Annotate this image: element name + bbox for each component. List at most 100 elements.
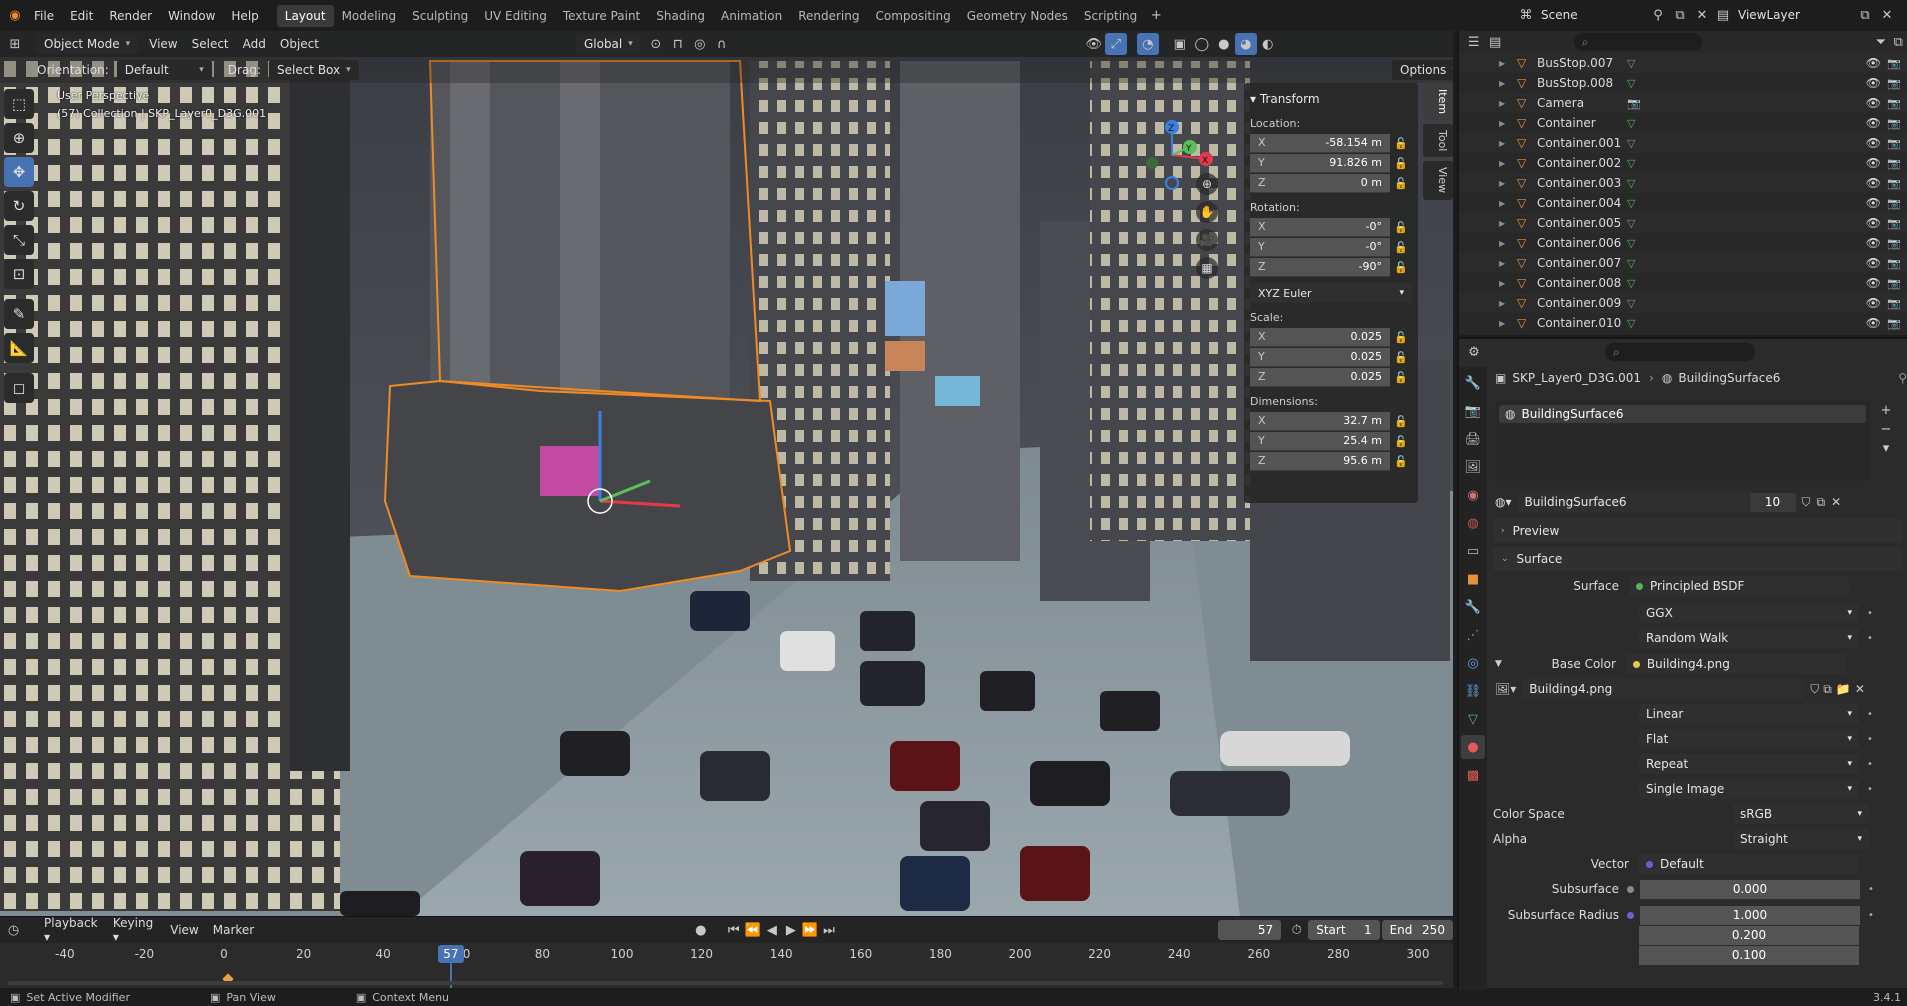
preview-panel-header[interactable]: › Preview <box>1493 519 1903 543</box>
expand-arrow-icon[interactable]: ▶ <box>1499 259 1505 268</box>
outliner-row[interactable]: ▶ ▽ Camera 📷 👁 📷 <box>1459 93 1907 113</box>
keyframe-dot-icon[interactable]: • <box>1868 910 1874 921</box>
subsurface-radius-x[interactable]: 1.000 <box>1640 905 1860 925</box>
render-camera-icon[interactable]: 📷 <box>1887 137 1901 150</box>
unlink-material-icon[interactable]: ✕ <box>1831 495 1841 509</box>
pin-properties-icon[interactable]: ⚲ <box>1898 371 1907 385</box>
keyframe-dot-icon[interactable]: • <box>1867 784 1873 795</box>
visibility-eye-icon[interactable]: 👁 <box>1866 156 1881 170</box>
visibility-eye-icon[interactable]: 👁 <box>1866 216 1881 230</box>
add-workspace-button[interactable]: + <box>1145 5 1167 27</box>
image-unlink-icon[interactable]: ✕ <box>1855 682 1865 696</box>
outliner-row[interactable]: ▶ ▽ Container.010 ▽ 👁 📷 <box>1459 313 1907 333</box>
subsurface-radius-z[interactable]: 0.100 <box>1639 945 1859 965</box>
visibility-eye-icon[interactable]: 👁 <box>1866 76 1881 90</box>
object-name[interactable]: BusStop.008 <box>1537 76 1627 90</box>
visibility-eye-icon[interactable]: 👁 <box>1866 196 1881 210</box>
dimensions-z-field[interactable]: Z 95.6 m <box>1250 451 1390 471</box>
mesh-data-icon[interactable]: ▽ <box>1627 297 1635 310</box>
workspace-tab-rendering[interactable]: Rendering <box>790 5 867 27</box>
rotation-y-field[interactable]: Y -0° <box>1250 237 1390 257</box>
object-name[interactable]: Container <box>1537 116 1627 130</box>
menu-render[interactable]: Render <box>101 5 160 27</box>
zoom-icon[interactable]: ⊕ <box>1196 173 1218 195</box>
surface-shader-field[interactable]: Principled BSDF <box>1629 576 1849 596</box>
record-icon[interactable]: ● <box>691 919 710 941</box>
scene-tab-icon[interactable]: ◉ <box>1461 483 1485 507</box>
base-color-expand-icon[interactable]: ▼ <box>1495 659 1502 669</box>
pin-icon[interactable]: ⚲ <box>1647 4 1669 26</box>
expand-arrow-icon[interactable]: ▶ <box>1499 79 1505 88</box>
display-mode-icon[interactable]: ▤ <box>1486 31 1503 53</box>
dimensions-y-field[interactable]: Y 25.4 m <box>1250 431 1390 451</box>
lock-icon[interactable]: 🔓 <box>1390 455 1412 468</box>
visibility-eye-icon[interactable]: 👁 <box>1866 296 1881 310</box>
transform-icon[interactable]: ⊡ <box>4 259 34 289</box>
outliner-row[interactable]: ▶ ▽ Container.007 ▽ 👁 📷 <box>1459 253 1907 273</box>
drag-dropdown[interactable]: Select Box ▾ <box>268 60 359 80</box>
visibility-eye-icon[interactable]: 👁 <box>1866 176 1881 190</box>
outliner-row[interactable]: ▶ ▽ Container.004 ▽ 👁 📷 <box>1459 193 1907 213</box>
object-name[interactable]: Container.001 <box>1537 136 1627 150</box>
next-keyframe-icon[interactable]: ⏩ <box>800 919 819 941</box>
object-name[interactable]: Camera <box>1537 96 1627 110</box>
material-users-count[interactable]: 10 <box>1749 492 1796 512</box>
collection-tab-icon[interactable]: ▭ <box>1461 539 1485 563</box>
view-layer-tab-icon[interactable]: 🖼 <box>1461 455 1485 479</box>
scale-y-field[interactable]: Y 0.025 <box>1250 347 1390 367</box>
expand-arrow-icon[interactable]: ▶ <box>1499 159 1505 168</box>
tab-view[interactable]: View <box>1423 161 1453 200</box>
render-tab-icon[interactable]: 📷 <box>1461 399 1485 423</box>
lock-icon[interactable]: 🔓 <box>1390 261 1412 274</box>
lock-icon[interactable]: 🔓 <box>1390 157 1412 170</box>
outliner-row[interactable]: ▶ ▽ Container.003 ▽ 👁 📷 <box>1459 173 1907 193</box>
scale-x-field[interactable]: X 0.025 <box>1250 327 1390 347</box>
expand-arrow-icon[interactable]: ▶ <box>1499 179 1505 188</box>
timeline-ruler[interactable]: -40-200204060801001201401601802002202402… <box>0 943 1453 989</box>
mesh-data-icon[interactable]: ▽ <box>1627 117 1635 130</box>
workspace-tab-uv-editing[interactable]: UV Editing <box>476 5 555 27</box>
lock-icon[interactable]: 🔓 <box>1390 137 1412 150</box>
properties-editor-type-icon[interactable]: ⚙ <box>1463 341 1485 363</box>
xray-icon[interactable]: ▣ <box>1169 33 1191 55</box>
shading-material-icon[interactable]: ◕ <box>1234 33 1257 55</box>
image-open-icon[interactable]: 📁 <box>1836 682 1851 696</box>
keying-menu[interactable]: Keying ▾ <box>106 916 163 944</box>
camera-view-icon[interactable]: 🎥 <box>1196 229 1218 251</box>
pivot-icon[interactable]: ⊙ <box>645 33 667 55</box>
mesh-data-icon[interactable]: ▽ <box>1627 197 1635 210</box>
end-frame-field[interactable]: End 250 <box>1381 920 1453 940</box>
visibility-eye-icon[interactable]: 👁 <box>1866 256 1881 270</box>
transform-orientation-dropdown[interactable]: Global ▾ <box>575 34 641 54</box>
keyframe-dot-icon[interactable]: • <box>1867 759 1873 770</box>
expand-arrow-icon[interactable]: ▶ <box>1499 139 1505 148</box>
visibility-eye-icon[interactable]: 👁 <box>1866 276 1881 290</box>
lock-icon[interactable]: 🔓 <box>1390 331 1412 344</box>
expand-arrow-icon[interactable]: ▶ <box>1499 279 1505 288</box>
physics-tab-icon[interactable]: ◎ <box>1461 651 1485 675</box>
slot-menu-icon[interactable]: ▾ <box>1883 441 1890 456</box>
outliner-row[interactable]: ▶ ▽ BusStop.007 ▽ 👁 📷 <box>1459 53 1907 73</box>
rotate-icon[interactable]: ↻ <box>4 191 34 221</box>
shading-rendered-icon[interactable]: ◐ <box>1257 33 1279 55</box>
delete-scene-icon[interactable]: ✕ <box>1691 4 1713 26</box>
visibility-eye-icon[interactable]: 👁 <box>1866 236 1881 250</box>
expand-arrow-icon[interactable]: ▶ <box>1499 99 1505 108</box>
particles-tab-icon[interactable]: ⋰ <box>1461 623 1485 647</box>
ortho-grid-icon[interactable]: ▦ <box>1196 257 1218 279</box>
frame-indicator[interactable]: 57 <box>437 945 464 963</box>
constraints-tab-icon[interactable]: ⛓ <box>1461 679 1485 703</box>
object-name[interactable]: BusStop.007 <box>1537 56 1627 70</box>
delete-view-layer-icon[interactable]: ✕ <box>1876 4 1898 26</box>
view-layer-selector[interactable]: ▤ ViewLayer ⧉ ✕ <box>1712 4 1898 26</box>
select-box-icon[interactable]: ⬚ <box>4 89 34 119</box>
outliner-row[interactable]: ▶ ▽ Container.001 ▽ 👁 📷 <box>1459 133 1907 153</box>
outliner-row[interactable]: ▶ ▽ BusStop.008 ▽ 👁 📷 <box>1459 73 1907 93</box>
surface-panel-header[interactable]: ⌄ Surface <box>1493 547 1903 571</box>
workspace-tab-modeling[interactable]: Modeling <box>334 5 405 27</box>
workspace-tab-scripting[interactable]: Scripting <box>1076 5 1145 27</box>
jump-end-icon[interactable]: ⏭ <box>819 919 838 941</box>
fake-user-icon[interactable]: ⛉ <box>1802 495 1811 510</box>
outliner-row[interactable]: ▶ ▽ Container.008 ▽ 👁 📷 <box>1459 273 1907 293</box>
render-camera-icon[interactable]: 📷 <box>1887 237 1901 250</box>
